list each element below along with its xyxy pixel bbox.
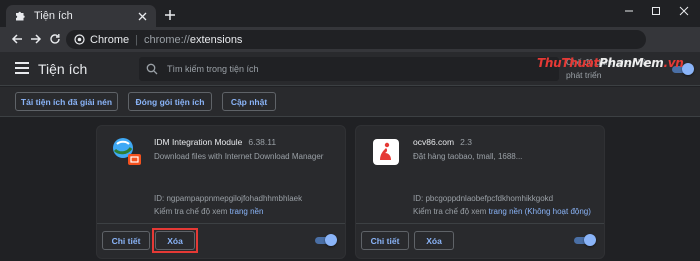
extension-description: Đặt hàng taobao, tmall, 1688... <box>413 152 523 161</box>
pack-extension-button[interactable]: Đóng gói tiện ích <box>128 92 212 111</box>
forward-arrow-icon[interactable] <box>29 32 43 46</box>
hamburger-menu-icon[interactable] <box>15 62 29 74</box>
puzzle-icon <box>14 10 26 22</box>
update-button[interactable]: Cập nhật <box>222 92 276 111</box>
extension-description: Download files with Internet Download Ma… <box>154 152 324 161</box>
close-window-icon[interactable] <box>675 4 693 18</box>
site-label: Chrome <box>90 33 130 46</box>
extension-name-text: ocv86.com <box>413 137 455 147</box>
enable-toggle[interactable] <box>315 234 337 246</box>
details-button[interactable]: Chi tiết <box>361 231 409 250</box>
inspect-label: Kiểm tra chế độ xem <box>413 207 487 216</box>
inspect-views: Kiểm tra chế độ xem trang nền (Không hoạ… <box>413 207 591 216</box>
new-tab-button[interactable] <box>163 8 177 22</box>
tab-extensions[interactable]: Tiện ích <box>6 5 156 27</box>
background-page-link[interactable]: trang nền <box>230 207 264 216</box>
chrome-window: Tiện ích Chrome | chrome:// extensions T… <box>0 0 700 261</box>
tab-strip: Tiện ích <box>0 0 700 27</box>
search-box[interactable] <box>139 57 559 81</box>
reload-icon[interactable] <box>48 32 62 46</box>
load-unpacked-button[interactable]: Tải tiện ích đã giải nén <box>15 92 118 111</box>
red-highlight-box <box>152 228 198 253</box>
inspect-label: Kiểm tra chế độ xem <box>154 207 228 216</box>
enable-toggle[interactable] <box>574 234 596 246</box>
close-tab-icon[interactable] <box>136 10 148 22</box>
details-button[interactable]: Chi tiết <box>102 231 150 250</box>
url-scheme: chrome:// <box>143 33 190 46</box>
site-watermark: ThuThuatPhanMem.vn <box>537 56 684 70</box>
watermark-part-a: ThuThuat <box>537 56 599 70</box>
omnibox-separator: | <box>135 33 138 46</box>
minimize-icon[interactable] <box>620 4 638 18</box>
extension-id: ID: ngpampappnmepgilojfohadhhmbhlaek <box>154 194 303 203</box>
idm-icon <box>111 136 143 168</box>
extension-version: 2.3 <box>460 137 472 147</box>
watermark-part-c: .vn <box>663 56 684 70</box>
extension-name: ocv86.com 2.3 <box>413 137 472 147</box>
extension-card-idm: IDM Integration Module 6.38.11 Download f… <box>96 125 346 259</box>
extension-card-ocv86: ocv86.com 2.3 Đặt hàng taobao, tmall, 168… <box>355 125 605 259</box>
extension-id: ID: pbcgoppdnlaobefpcfdkhomhikkgokd <box>413 194 554 203</box>
extension-name-text: IDM Integration Module <box>154 137 243 147</box>
developer-action-bar: Tải tiện ích đã giải nén Đóng gói tiện í… <box>0 87 700 117</box>
search-icon <box>146 63 158 75</box>
inspect-views: Kiểm tra chế độ xem trang nền <box>154 207 263 216</box>
address-bar[interactable]: Chrome | chrome://extensions <box>66 30 646 49</box>
chrome-page-icon <box>74 34 85 45</box>
page-title: Tiện ích <box>38 61 88 77</box>
url-path: extensions <box>189 33 243 46</box>
extension-name: IDM Integration Module 6.38.11 <box>154 137 276 147</box>
search-input[interactable] <box>167 64 547 74</box>
ocv86-icon <box>370 136 402 168</box>
browser-toolbar: Chrome | chrome://extensions <box>0 27 700 52</box>
card-divider <box>356 223 604 224</box>
remove-button[interactable]: Xóa <box>414 231 454 250</box>
back-arrow-icon[interactable] <box>10 32 24 46</box>
maximize-icon[interactable] <box>647 4 665 18</box>
extension-version: 6.38.11 <box>248 137 277 147</box>
tab-title: Tiện ích <box>34 10 73 22</box>
card-divider <box>97 223 345 224</box>
background-page-link[interactable]: trang nền (Không hoạt động) <box>489 207 591 216</box>
watermark-part-b: PhanMem <box>598 56 664 70</box>
